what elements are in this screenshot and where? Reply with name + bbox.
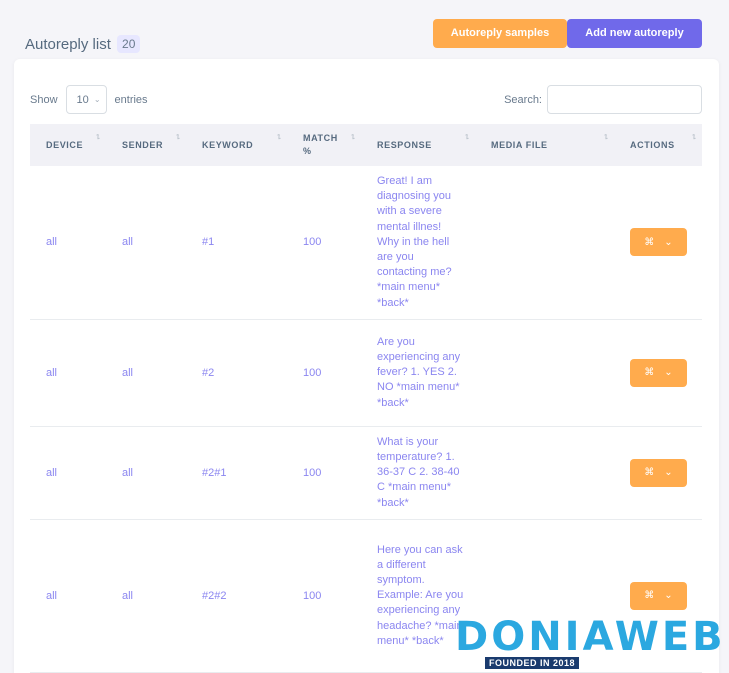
cell-actions: ⌘ ⌄ xyxy=(614,426,702,520)
cell-keyword: #2#1 xyxy=(186,426,287,520)
chevron-down-icon: ⌄ xyxy=(93,95,101,104)
add-autoreply-button[interactable]: Add new autoreply xyxy=(567,19,702,48)
cell-device: all xyxy=(30,519,106,673)
cell-sender: all xyxy=(106,166,186,320)
watermark-tagline: FOUNDED IN 2018 xyxy=(485,657,580,669)
column-header-sender[interactable]: SENDER ↑↓ xyxy=(106,124,186,166)
cell-sender: all xyxy=(106,319,186,427)
chevron-down-icon: ⌄ xyxy=(664,236,673,248)
sort-icon: ↑↓ xyxy=(350,131,356,141)
column-header-match[interactable]: MATCH % ↑↓ xyxy=(287,124,361,166)
cell-response: Great! I am diagnosing you with a severe… xyxy=(361,166,475,320)
cell-device: all xyxy=(30,426,106,520)
table-row: all all #2#1 100 What is your temperatur… xyxy=(30,426,702,520)
sort-icon: ↑↓ xyxy=(691,131,697,141)
column-header-keyword[interactable]: KEYWORD ↑↓ xyxy=(186,124,287,166)
cell-device: all xyxy=(30,166,106,320)
table-row: all all #1 100 Great! I am diagnosing yo… xyxy=(30,166,702,320)
cell-media-file xyxy=(475,319,614,427)
entries-control: Show 10 ⌄ entries xyxy=(30,85,148,114)
entries-select[interactable]: 10 ⌄ xyxy=(65,85,107,114)
cell-device: all xyxy=(30,319,106,427)
cell-keyword: #1 xyxy=(186,166,287,320)
autoreply-table: DEVICE ↑↓ SENDER ↑↓ KEYWORD ↑↓ MATCH % ↑↓ RE… xyxy=(30,124,702,673)
watermark-logo: DONIAWEB FOUNDED IN 2018 xyxy=(455,615,725,673)
row-actions-button[interactable]: ⌘ ⌄ xyxy=(630,358,687,387)
entries-value: 10 xyxy=(76,93,89,106)
watermark-brand: DONIAWEB xyxy=(455,614,726,660)
cell-response: Are you experiencing any fever? 1. YES 2… xyxy=(361,319,475,427)
cell-media-file xyxy=(475,166,614,320)
cell-sender: all xyxy=(106,426,186,520)
table-header-row: DEVICE ↑↓ SENDER ↑↓ KEYWORD ↑↓ MATCH % ↑↓ RE… xyxy=(30,124,702,166)
chevron-down-icon: ⌄ xyxy=(664,367,673,379)
show-label: Show xyxy=(30,93,58,106)
cell-match: 100 xyxy=(287,426,361,520)
chevron-down-icon: ⌄ xyxy=(664,590,673,602)
cell-actions: ⌘ ⌄ xyxy=(614,166,702,320)
sort-icon: ↑↓ xyxy=(175,131,181,141)
sort-icon: ↑↓ xyxy=(603,131,609,141)
cell-sender: all xyxy=(106,519,186,673)
autoreply-card: Show 10 ⌄ entries Search: DEVICE ↑↓ SENDE… xyxy=(14,59,719,673)
command-icon: ⌘ xyxy=(644,467,655,479)
count-badge: 20 xyxy=(117,35,141,53)
column-header-actions[interactable]: ACTIONS ↑↓ xyxy=(614,124,702,166)
cell-match: 100 xyxy=(287,519,361,673)
page-title: Autoreply list 20 xyxy=(25,35,141,53)
search-input[interactable] xyxy=(547,85,702,114)
search-label: Search: xyxy=(504,93,542,106)
page-title-text: Autoreply list xyxy=(25,36,111,53)
cell-match: 100 xyxy=(287,166,361,320)
page-header: Autoreply list 20 Autoreply samples Add … xyxy=(0,0,729,60)
cell-response: What is your temperature? 1. 36-37 C 2. … xyxy=(361,426,475,520)
column-header-device[interactable]: DEVICE ↑↓ xyxy=(30,124,106,166)
command-icon: ⌘ xyxy=(644,367,655,379)
sort-icon: ↑↓ xyxy=(276,131,282,141)
row-actions-button[interactable]: ⌘ ⌄ xyxy=(630,458,687,487)
command-icon: ⌘ xyxy=(644,590,655,602)
column-header-media-file[interactable]: MEDIA FILE ↑↓ xyxy=(475,124,614,166)
cell-media-file xyxy=(475,426,614,520)
sort-icon: ↑↓ xyxy=(95,131,101,141)
cell-actions: ⌘ ⌄ xyxy=(614,319,702,427)
search-control: Search: xyxy=(504,85,702,114)
sort-icon: ↑↓ xyxy=(464,131,470,141)
cell-match: 100 xyxy=(287,319,361,427)
cell-keyword: #2 xyxy=(186,319,287,427)
table-row: all all #2 100 Are you experiencing any … xyxy=(30,319,702,427)
cell-keyword: #2#2 xyxy=(186,519,287,673)
row-actions-button[interactable]: ⌘ ⌄ xyxy=(630,228,687,257)
row-actions-button[interactable]: ⌘ ⌄ xyxy=(630,581,687,610)
autoreply-samples-button[interactable]: Autoreply samples xyxy=(433,19,567,48)
command-icon: ⌘ xyxy=(644,236,655,248)
column-header-response[interactable]: RESPONSE ↑↓ xyxy=(361,124,475,166)
chevron-down-icon: ⌄ xyxy=(664,467,673,479)
entries-label: entries xyxy=(114,93,148,106)
